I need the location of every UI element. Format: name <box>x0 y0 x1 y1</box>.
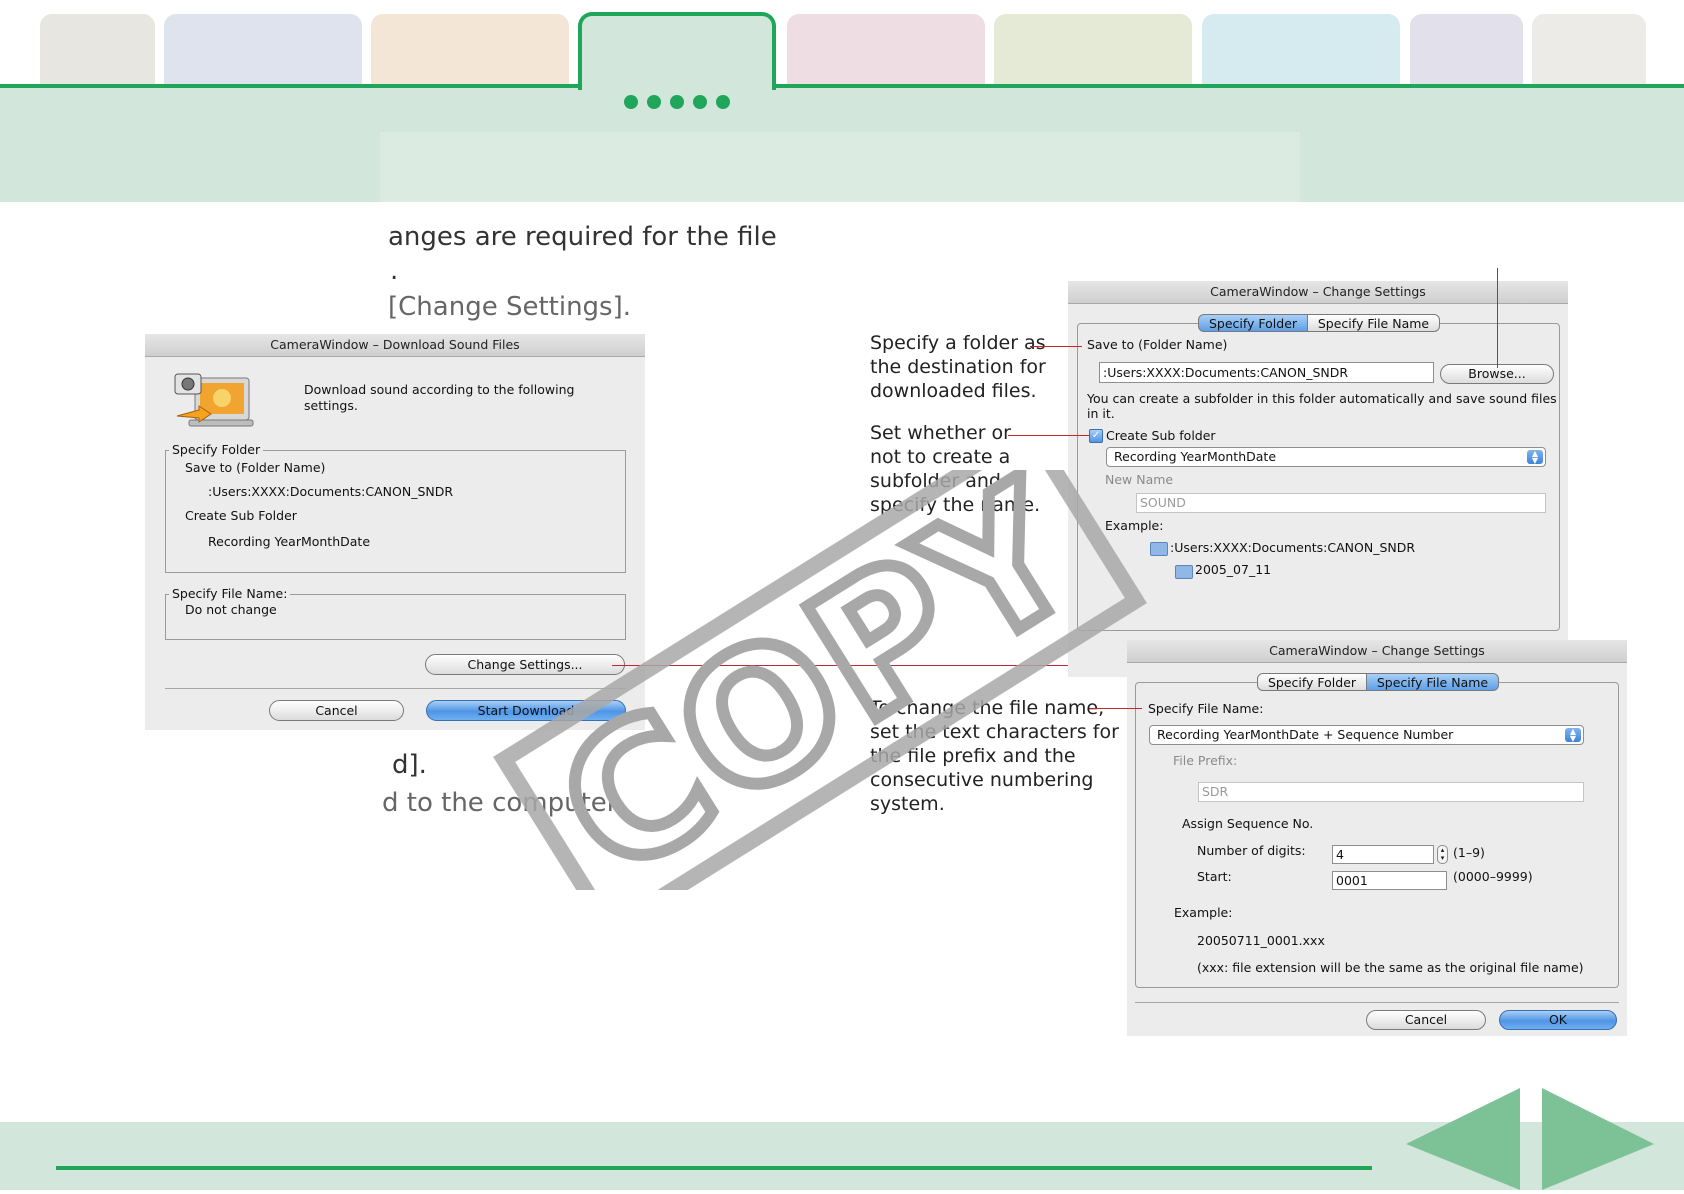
callout-line: not to create a <box>870 446 1011 468</box>
file-name-select[interactable]: Recording YearMonthDate + Sequence Numbe… <box>1149 725 1584 745</box>
tab-specify-folder[interactable]: Specify Folder <box>1198 314 1308 332</box>
dialog-separator <box>1135 1002 1619 1003</box>
leader-line-subfolder <box>1008 435 1090 436</box>
digits-range: (1–9) <box>1453 845 1485 860</box>
watermark-text: COPY <box>526 470 1115 890</box>
next-page-arrow-icon[interactable] <box>1542 1088 1654 1190</box>
chevron-updown-icon: ▲ ▼ <box>1565 728 1581 743</box>
new-name-field[interactable]: SOUND <box>1136 493 1546 513</box>
file-prefix-field[interactable]: SDR <box>1198 782 1584 802</box>
dialog-title: CameraWindow – Download Sound Files <box>145 334 645 357</box>
nav-tab-8[interactable] <box>1410 14 1523 86</box>
callout-line: Set whether or <box>870 422 1011 444</box>
callout-line: the destination for <box>870 356 1046 378</box>
subfolder-value: Recording YearMonthDate <box>208 534 371 549</box>
tab-specify-file-name[interactable]: Specify File Name <box>1307 314 1440 332</box>
dialog-title: CameraWindow – Change Settings <box>1068 281 1568 304</box>
tab-specify-folder[interactable]: Specify Folder <box>1257 673 1367 691</box>
start-label: Start: <box>1197 869 1232 884</box>
cancel-button[interactable]: Cancel <box>269 700 404 721</box>
cancel-button[interactable]: Cancel <box>1366 1010 1486 1030</box>
example-filename: 20050711_0001.xxx <box>1197 933 1325 948</box>
nav-tab-1[interactable] <box>40 14 155 86</box>
folder-icon <box>1175 565 1193 579</box>
page-dot <box>624 95 638 109</box>
create-subfolder-label: Create Sub folder <box>1106 428 1216 443</box>
nav-tab-5[interactable] <box>787 14 985 86</box>
ok-button[interactable]: OK <box>1499 1010 1617 1030</box>
callout-line: downloaded files. <box>870 380 1037 402</box>
digits-stepper[interactable]: ▴ ▾ <box>1437 845 1448 864</box>
page-dot <box>693 95 707 109</box>
body-text-line: d]. <box>392 750 427 780</box>
subfolder-select[interactable]: Recording YearMonthDate ▲ ▼ <box>1106 447 1546 467</box>
digits-field[interactable]: 4 <box>1332 845 1434 864</box>
assign-sequence-label: Assign Sequence No. <box>1182 816 1314 831</box>
example-note: (xxx: file extension will be the same as… <box>1197 960 1584 975</box>
specify-folder-label: Specify Folder <box>169 442 264 457</box>
leader-line-browse <box>1497 268 1498 368</box>
download-message: Download sound according to the followin… <box>304 382 575 413</box>
header-rule-left <box>0 84 582 88</box>
save-to-field[interactable]: :Users:XXXX:Documents:CANON_SNDR <box>1099 362 1434 383</box>
example-root-path: :Users:XXXX:Documents:CANON_SNDR <box>1170 540 1416 555</box>
page-dot <box>647 95 661 109</box>
chevron-updown-icon: ▲ ▼ <box>1527 450 1543 465</box>
tab-specify-file-name[interactable]: Specify File Name <box>1366 673 1499 691</box>
body-text-line: [Change Settings]. <box>388 292 632 322</box>
nav-tab-9[interactable] <box>1532 14 1646 86</box>
nav-tab-2[interactable] <box>164 14 362 86</box>
example-label: Example: <box>1174 905 1233 920</box>
previous-page-arrow-icon[interactable] <box>1406 1088 1520 1190</box>
callout-folder: Specify a folder as the destination for … <box>870 331 1046 403</box>
file-name-select-value: Recording YearMonthDate + Sequence Numbe… <box>1157 727 1454 742</box>
specify-file-name-label: Specify File Name: <box>169 586 291 601</box>
start-range: (0000–9999) <box>1453 869 1533 884</box>
subfolder-select-value: Recording YearMonthDate <box>1114 449 1277 464</box>
copy-watermark: COPY <box>480 419 1160 941</box>
save-to-label: Save to (Folder Name) <box>185 460 326 475</box>
nav-tab-3[interactable] <box>371 14 569 86</box>
save-to-label: Save to (Folder Name) <box>1087 337 1228 352</box>
footer-rule <box>56 1166 1372 1170</box>
example-subfolder: 2005_07_11 <box>1195 562 1272 577</box>
nav-tab-6[interactable] <box>994 14 1192 86</box>
dialog-title: CameraWindow – Change Settings <box>1127 640 1627 663</box>
callout-line: Specify a folder as <box>870 332 1046 354</box>
settings-file-dialog: CameraWindow – Change Settings Specify F… <box>1127 640 1627 1036</box>
camera-computer-icon <box>171 370 255 434</box>
page-dot <box>716 95 730 109</box>
subfolder-label: Create Sub Folder <box>185 508 297 523</box>
nav-tab-4-active[interactable] <box>578 12 776 90</box>
save-to-value: :Users:XXXX:Documents:CANON_SNDR <box>208 484 454 499</box>
digits-label: Number of digits: <box>1197 843 1306 858</box>
start-field[interactable]: 0001 <box>1332 871 1447 890</box>
header-rule-right <box>774 84 1684 88</box>
file-name-label: Specify File Name: <box>1148 701 1264 716</box>
subfolder-hint: You can create a subfolder in this folde… <box>1087 391 1557 421</box>
body-text-line: . <box>390 256 399 286</box>
create-subfolder-checkbox[interactable]: ✓ <box>1089 429 1103 443</box>
body-text-line: anges are required for the file <box>388 222 777 252</box>
file-name-value: Do not change <box>185 602 277 617</box>
page-dot <box>670 95 684 109</box>
header-title-area <box>380 132 1300 202</box>
leader-line-folder <box>1030 346 1082 347</box>
file-prefix-label: File Prefix: <box>1173 753 1238 768</box>
nav-tab-7[interactable] <box>1202 14 1400 86</box>
